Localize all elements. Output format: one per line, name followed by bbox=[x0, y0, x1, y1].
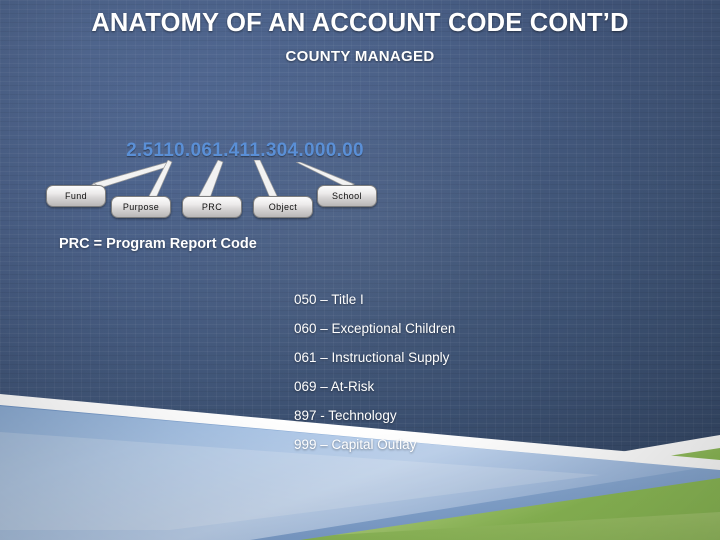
callout-school[interactable]: School bbox=[317, 185, 377, 207]
callout-label: Object bbox=[268, 202, 298, 212]
list-item: 061 – Instructional Supply bbox=[294, 350, 450, 365]
list-item: 060 – Exceptional Children bbox=[294, 321, 456, 336]
callout-label: Purpose bbox=[122, 202, 160, 212]
page-subtitle: COUNTY MANAGED bbox=[285, 48, 435, 65]
slide-canvas: ANATOMY OF AN ACCOUNT CODE CONT’D COUNTY… bbox=[0, 0, 720, 540]
prc-list: 050 – Title I 060 – Exceptional Children… bbox=[294, 285, 674, 459]
list-item: 050 – Title I bbox=[294, 292, 364, 307]
account-code-text: 2.5110.061.411.304.000.00 bbox=[126, 140, 364, 161]
callout-label: Fund bbox=[64, 191, 88, 201]
callout-fund[interactable]: Fund bbox=[46, 185, 106, 207]
prc-heading: PRC = Program Report Code bbox=[59, 236, 257, 252]
list-item: 897 - Technology bbox=[294, 408, 397, 423]
callout-prc[interactable]: PRC bbox=[182, 196, 242, 218]
list-item: 069 – At-Risk bbox=[294, 379, 375, 394]
callout-label: PRC bbox=[201, 202, 223, 212]
callout-purpose[interactable]: Purpose bbox=[111, 196, 171, 218]
page-title: ANATOMY OF AN ACCOUNT CODE CONT’D bbox=[91, 9, 629, 37]
list-item: 999 – Capital Outlay bbox=[294, 437, 417, 452]
title-block: ANATOMY OF AN ACCOUNT CODE CONT’D COUNTY… bbox=[60, 8, 660, 65]
callout-label: School bbox=[332, 191, 362, 201]
callout-object[interactable]: Object bbox=[253, 196, 313, 218]
